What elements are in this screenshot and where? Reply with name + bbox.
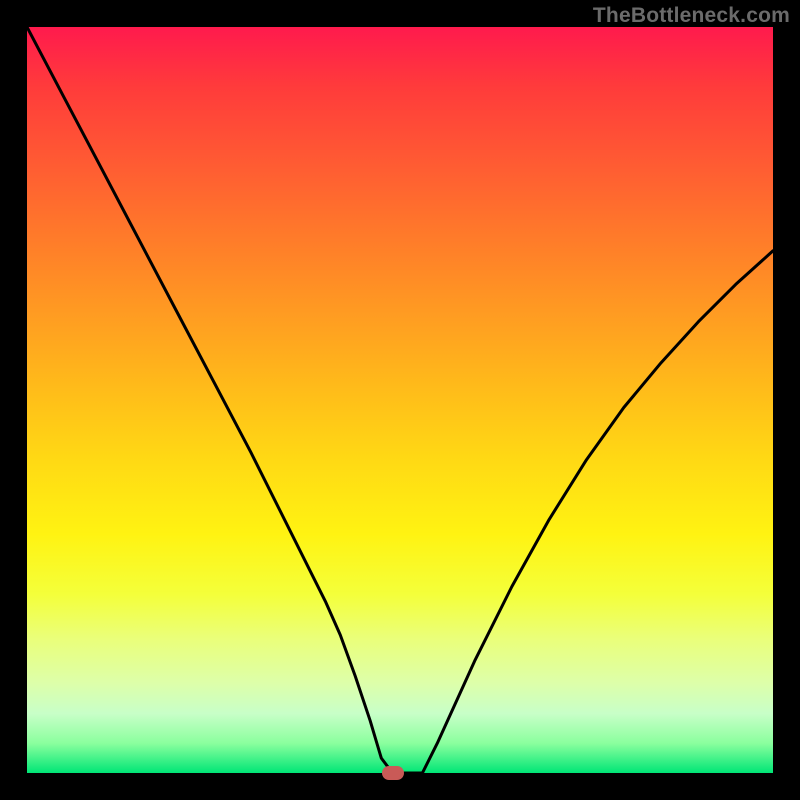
watermark-text: TheBottleneck.com: [593, 4, 790, 28]
curve-svg: [27, 27, 773, 773]
chart-frame: TheBottleneck.com: [0, 0, 800, 800]
bottleneck-marker: [382, 766, 404, 780]
plot-area: [27, 27, 773, 773]
bottleneck-curve: [27, 27, 773, 773]
